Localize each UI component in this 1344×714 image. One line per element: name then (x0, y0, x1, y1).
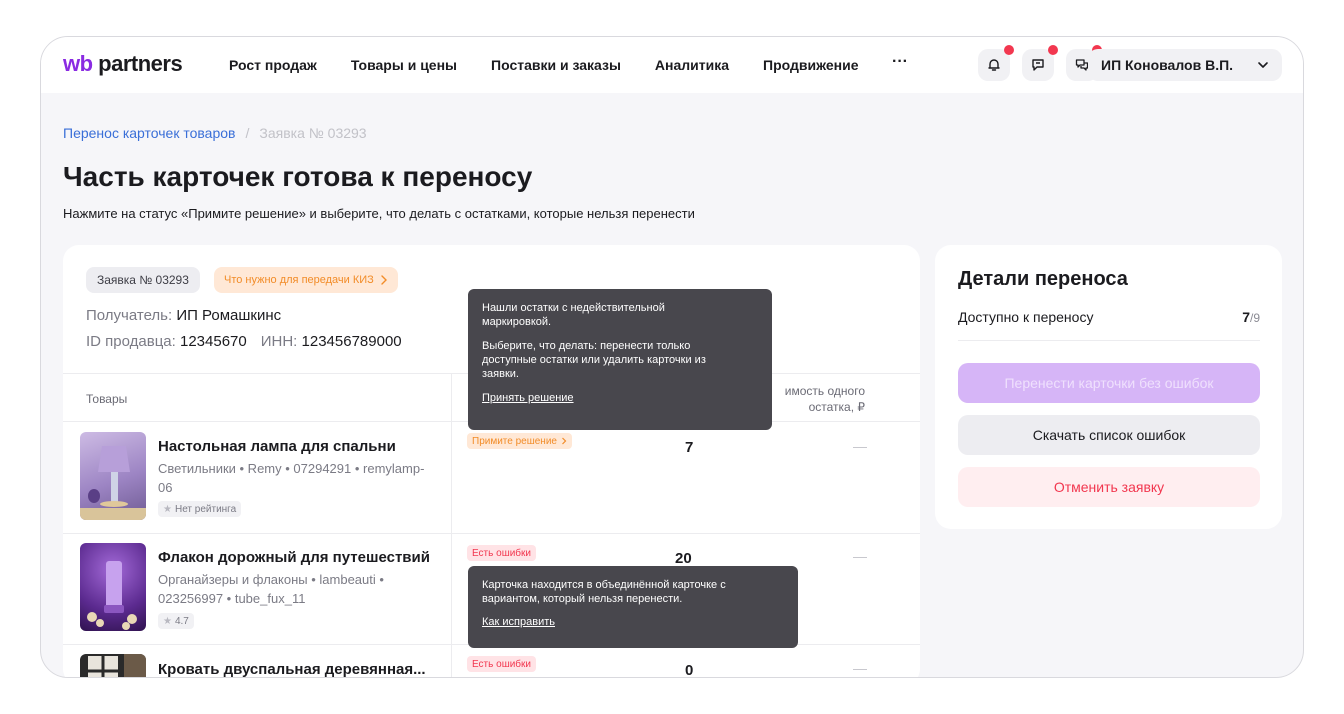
feedback-icon (1032, 59, 1044, 71)
column-header-cost: имость одного остатка, ₽ (765, 383, 865, 415)
nav-item-growth[interactable]: Рост продаж (229, 57, 317, 73)
request-number-tag: Заявка № 03293 (86, 267, 200, 293)
inn-value: 123456789000 (301, 333, 402, 350)
available-label: Доступно к переносу (958, 309, 1094, 325)
product-thumbnail (80, 654, 146, 677)
rating-badge: ★ 4.7 (158, 613, 194, 629)
table-row[interactable]: Кровать двуспальная деревянная... Есть о… (63, 644, 920, 678)
lamp-image (80, 446, 146, 520)
quantity-value: 7 (685, 439, 694, 456)
recipient: Получатель: ИП Ромашкинс (86, 307, 281, 324)
breadcrumb-current: Заявка № 03293 (259, 125, 367, 141)
breadcrumb-link[interactable]: Перенос карточек товаров (63, 125, 235, 141)
tooltip-text: Нашли остатки с недействительной маркиро… (482, 302, 665, 328)
how-to-fix-link[interactable]: Как исправить (482, 615, 784, 629)
chevron-right-icon (381, 275, 387, 285)
product-thumbnail (80, 432, 146, 520)
seller-id-label: ID продавца: (86, 333, 176, 350)
logo[interactable]: wb partners (63, 51, 183, 77)
product-meta: Светильники • Remy • 07294291 • remylamp… (158, 461, 425, 495)
product-name[interactable]: Кровать двуспальная деревянная... (158, 661, 426, 677)
table-row[interactable]: Настольная лампа для спальни Светильники… (63, 421, 920, 533)
chat-icon (1075, 59, 1089, 71)
status-label: Есть ошибки (472, 658, 531, 670)
empty-cost (853, 447, 867, 448)
status-badge[interactable]: Есть ошибки (467, 656, 536, 672)
chevron-right-icon (562, 437, 567, 445)
status-label: Примите решение (472, 435, 557, 447)
column-header-cost-line2: остатка, ₽ (808, 400, 865, 414)
panel-title: Детали переноса (958, 268, 1128, 290)
recipient-value: ИП Ромашкинс (176, 307, 282, 324)
logo-prefix: wb (63, 51, 93, 76)
inn-label: ИНН: (260, 333, 298, 350)
product-name[interactable]: Флакон дорожный для путешествий (158, 549, 430, 566)
chevron-down-icon (1258, 62, 1268, 68)
nav-item-analytics[interactable]: Аналитика (655, 57, 729, 73)
main-nav: Рост продаж Товары и цены Поставки и зак… (229, 57, 893, 73)
rating-value: Нет рейтинга (174, 503, 237, 515)
breadcrumb-separator: / (245, 125, 250, 141)
available-count-value: 7 (1242, 309, 1250, 325)
download-errors-button[interactable]: Скачать список ошибок (958, 415, 1260, 455)
nav-item-supplies[interactable]: Поставки и заказы (491, 57, 621, 73)
seller-ids: ID продавца: 12345670 ИНН: 123456789000 (86, 333, 402, 350)
nav-item-products[interactable]: Товары и цены (351, 57, 457, 73)
product-name[interactable]: Настольная лампа для спальни (158, 438, 396, 455)
notification-dot (1048, 45, 1058, 55)
product-thumbnail (80, 543, 146, 631)
product-meta: Органайзеры и флаконы • lambeauti • 0232… (158, 572, 384, 606)
star-icon: ★ (163, 503, 172, 515)
column-header-goods: Товары (86, 392, 128, 406)
breadcrumb: Перенос карточек товаров / Заявка № 03293 (63, 125, 367, 141)
app-window: wb partners Рост продаж Товары и цены По… (40, 36, 1304, 678)
divider (958, 340, 1260, 341)
decision-tooltip: Нашли остатки с недействительной маркиро… (468, 289, 772, 430)
rating-badge: ★ Нет рейтинга (158, 501, 242, 517)
user-menu-button[interactable]: ИП Коновалов В.П. (1088, 49, 1282, 81)
available-count: 7/9 (1242, 309, 1260, 325)
nav-more-button[interactable]: ··· (892, 53, 908, 71)
kiz-info-tag[interactable]: Что нужно для передачи КИЗ (214, 267, 398, 293)
empty-cost (853, 557, 867, 558)
available-count-total: /9 (1249, 311, 1260, 325)
user-name: ИП Коновалов В.П. (1101, 57, 1234, 73)
status-badge[interactable]: Примите решение (467, 433, 572, 449)
feedback-button[interactable] (1022, 45, 1058, 81)
request-card: Заявка № 03293 Что нужно для передачи КИ… (63, 245, 920, 678)
nav-item-promotion[interactable]: Продвижение (763, 57, 858, 73)
bed-image (88, 654, 146, 677)
transfer-details-panel: Детали переноса Доступно к переносу 7/9 … (935, 245, 1282, 529)
status-badge[interactable]: Есть ошибки (467, 545, 536, 561)
quantity-value: 20 (675, 550, 692, 567)
top-bar: wb partners Рост продаж Товары и цены По… (41, 37, 1303, 93)
kiz-info-label: Что нужно для передачи КИЗ (224, 274, 374, 286)
tooltip-text: Выберите, что делать: перенести только д… (482, 340, 706, 380)
fix-tooltip: Карточка находится в объединённой карточ… (468, 566, 798, 648)
recipient-label: Получатель: (86, 307, 173, 324)
page-subtitle: Нажмите на статус «Примите решение» и вы… (63, 206, 695, 221)
accept-decision-link[interactable]: Принять решение (482, 391, 758, 405)
seller-id-value: 12345670 (179, 333, 247, 350)
logo-suffix: partners (92, 51, 183, 76)
transfer-cards-button[interactable]: Перенести карточки без ошибок (958, 363, 1260, 403)
star-icon: ★ (163, 615, 172, 627)
tooltip-text: Карточка находится в объединённой карточ… (482, 579, 726, 605)
column-header-cost-line1: имость одного (784, 384, 865, 398)
bell-icon (988, 59, 1000, 71)
empty-cost (853, 669, 867, 670)
cancel-request-button[interactable]: Отменить заявку (958, 467, 1260, 507)
quantity-value: 0 (685, 662, 694, 678)
notifications-button[interactable] (978, 45, 1014, 81)
page-title: Часть карточек готова к переносу (63, 161, 533, 192)
rating-value: 4.7 (174, 615, 189, 627)
bottle-image (87, 561, 137, 630)
status-label: Есть ошибки (472, 547, 531, 559)
notification-dot (1004, 45, 1014, 55)
